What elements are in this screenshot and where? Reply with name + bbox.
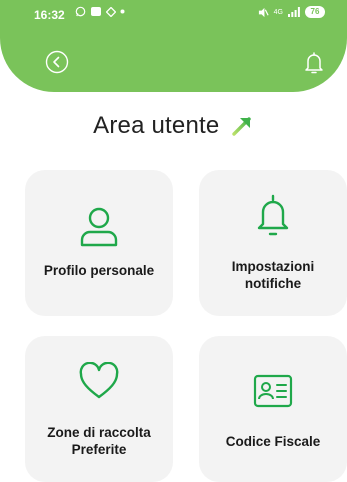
notification-icons <box>75 6 125 17</box>
app-header: 16:32 4G 76 <box>0 0 347 92</box>
diamond-icon <box>106 6 116 17</box>
bell-icon <box>257 194 289 236</box>
network-type: 4G <box>273 8 283 16</box>
page-heading: Area utente <box>0 112 347 140</box>
card-impostazioni-notifiche[interactable]: Impostazioni notifiche <box>199 170 347 316</box>
signal-icon <box>288 7 300 17</box>
app-notification-icon <box>91 7 101 16</box>
card-label: Zone di raccolta Preferite <box>47 425 151 457</box>
mute-icon <box>258 7 269 17</box>
card-codice-fiscale[interactable]: Codice Fiscale <box>199 336 347 482</box>
whatsapp-icon <box>75 6 86 17</box>
status-time: 16:32 <box>34 8 65 22</box>
notifications-bell-button[interactable] <box>302 50 326 76</box>
card-zone-di-raccolta-preferite[interactable]: Zone di raccolta Preferite <box>25 336 173 482</box>
page-title: Area utente <box>93 112 220 139</box>
back-button[interactable] <box>45 50 69 74</box>
id-card-icon <box>253 374 293 408</box>
arrow-up-right-icon <box>232 117 251 136</box>
card-profilo-personale[interactable]: Profilo personale <box>25 170 173 316</box>
status-bar: 16:32 4G 76 <box>0 0 347 26</box>
card-label: Impostazioni notifiche <box>231 259 315 291</box>
battery-level: 76 <box>305 6 325 18</box>
card-label: Profilo personale <box>43 263 155 278</box>
heart-icon <box>79 362 119 399</box>
card-label: Codice Fiscale <box>225 434 321 449</box>
user-icon <box>80 207 118 247</box>
dot-icon <box>120 9 125 14</box>
system-icons: 4G 76 <box>258 6 325 18</box>
